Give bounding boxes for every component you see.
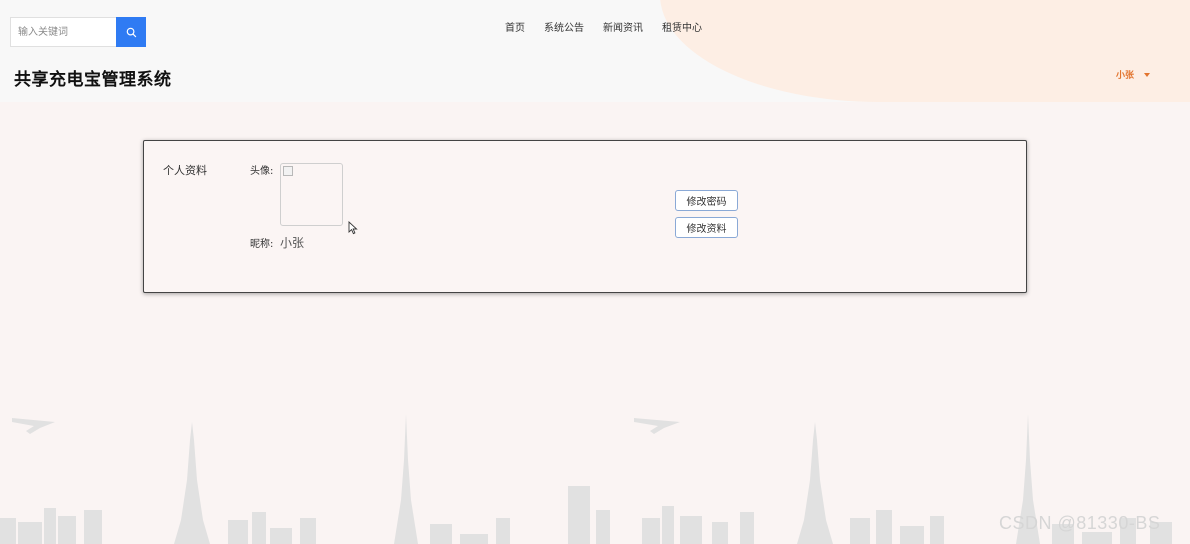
nav-item-announcements[interactable]: 系统公告 xyxy=(544,22,584,36)
change-password-button[interactable]: 修改密码 xyxy=(675,190,738,211)
avatar[interactable] xyxy=(280,163,343,226)
search-button[interactable] xyxy=(116,17,146,47)
nav-item-home[interactable]: 首页 xyxy=(505,22,525,36)
header-decoration xyxy=(660,0,1190,102)
nav-item-rental-center[interactable]: 租赁中心 xyxy=(662,22,702,36)
header: 首页 系统公告 新闻资讯 租赁中心 共享充电宝管理系统 小张 xyxy=(0,0,1190,102)
user-menu[interactable]: 小张 xyxy=(1116,68,1151,81)
nickname-label: 昵称: xyxy=(250,239,274,250)
search-box xyxy=(10,17,146,47)
top-nav: 首页 系统公告 新闻资讯 租赁中心 xyxy=(505,22,702,36)
nickname-value: 小张 xyxy=(280,236,305,250)
watermark: CSDN @81330-BS xyxy=(999,513,1161,533)
nav-item-news[interactable]: 新闻资讯 xyxy=(603,22,643,36)
edit-profile-button[interactable]: 修改资料 xyxy=(675,217,738,238)
site-title: 共享充电宝管理系统 xyxy=(14,70,172,90)
mouse-cursor-icon xyxy=(348,221,358,235)
profile-card: 个人资料 头像: 昵称: 小张 修改密码 修改资料 xyxy=(143,140,1027,293)
avatar-label: 头像: xyxy=(250,166,274,177)
caret-down-icon xyxy=(1144,72,1151,77)
broken-image-icon xyxy=(283,166,293,176)
user-name: 小张 xyxy=(1116,71,1135,81)
search-input[interactable] xyxy=(10,17,116,47)
profile-title: 个人资料 xyxy=(163,164,207,177)
search-icon xyxy=(126,27,136,37)
